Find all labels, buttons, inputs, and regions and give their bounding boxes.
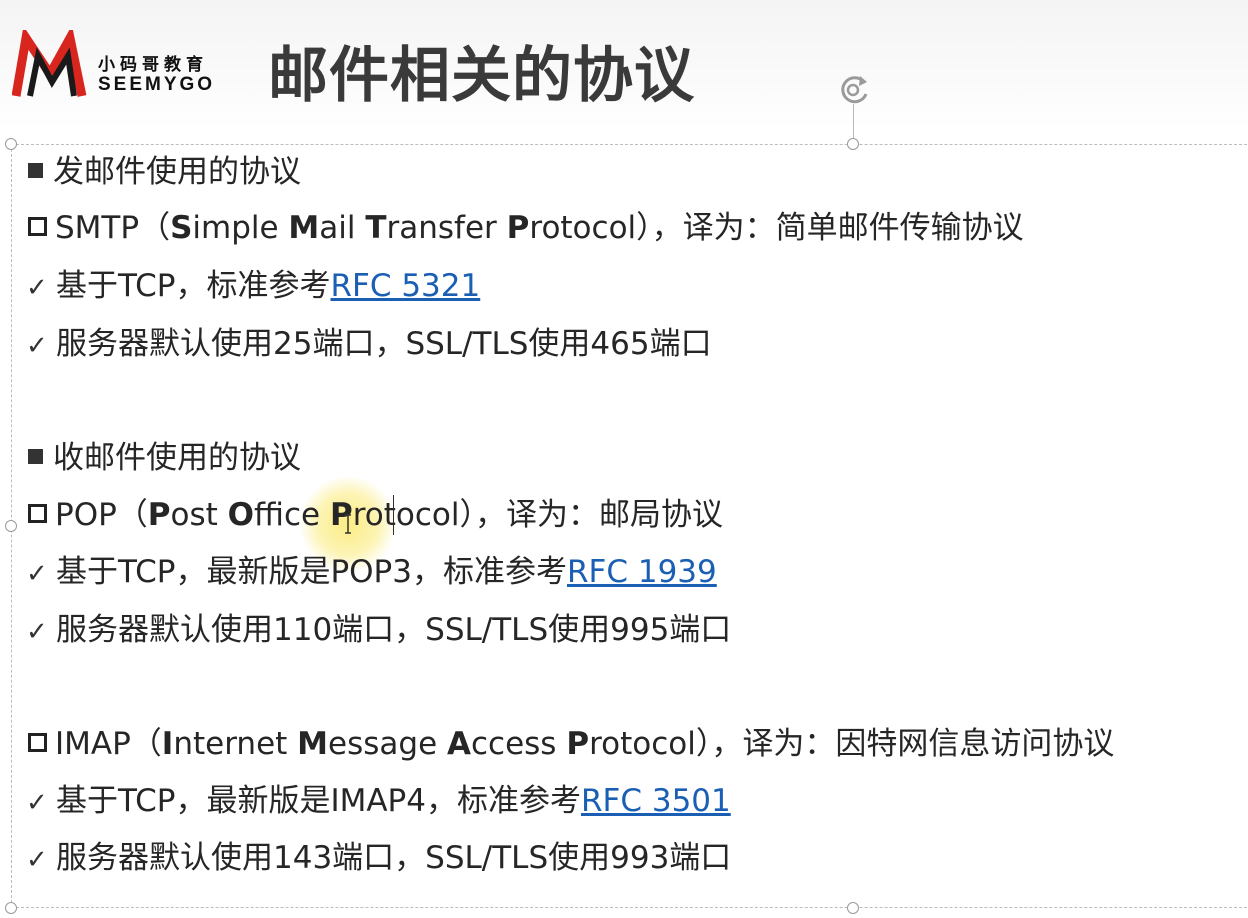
smtp-tcp-line: ✓ 基于TCP，标准参考RFC 5321 bbox=[26, 264, 480, 308]
rfc-5321-link[interactable]: RFC 5321 bbox=[330, 268, 480, 304]
pop-line: POP（Post Office Protocol），译为：邮局协议 bbox=[26, 493, 723, 537]
square-bullet-icon bbox=[28, 163, 43, 178]
imap-tcp-line: ✓ 基于TCP，最新版是IMAP4，标准参考RFC 3501 bbox=[26, 779, 731, 823]
smtp-initial: S bbox=[170, 210, 193, 246]
pop-port-line: ✓ 服务器默认使用110端口，SSL/TLS使用995端口 bbox=[26, 608, 731, 652]
resize-handle-middle-left[interactable] bbox=[5, 520, 17, 532]
imap-line: IMAP（Internet Message Access Protocol），译… bbox=[26, 722, 1114, 766]
resize-handle-bottom-left[interactable] bbox=[5, 902, 17, 914]
smtp-word: ransfer bbox=[386, 210, 507, 246]
imap-initial: P bbox=[566, 726, 590, 762]
hollow-square-bullet-icon bbox=[28, 504, 47, 523]
smtp-translation: ），译为：简单邮件传输协议 bbox=[636, 210, 1024, 246]
checkmark-icon: ✓ bbox=[26, 559, 48, 589]
smtp-word: ail bbox=[319, 210, 366, 246]
pop-port-text: 服务器默认使用110端口，SSL/TLS使用995端口 bbox=[56, 612, 732, 648]
checkmark-icon: ✓ bbox=[26, 617, 48, 647]
smtp-initial: P bbox=[506, 210, 530, 246]
smtp-name: SMTP bbox=[55, 210, 140, 246]
ibeam-cursor-icon bbox=[345, 514, 351, 534]
smtp-initial: T bbox=[365, 210, 387, 246]
pop-word: ost bbox=[170, 497, 228, 533]
page-title: 邮件相关的协议 bbox=[268, 41, 695, 111]
rotate-handle-icon[interactable] bbox=[834, 70, 874, 110]
receive-heading-text: 收邮件使用的协议 bbox=[53, 440, 301, 476]
receive-protocols-heading: 收邮件使用的协议 bbox=[26, 436, 301, 480]
send-heading-text: 发邮件使用的协议 bbox=[53, 154, 301, 190]
text-caret bbox=[393, 495, 394, 535]
square-bullet-icon bbox=[28, 449, 43, 464]
send-protocols-heading: 发邮件使用的协议 bbox=[26, 150, 301, 194]
paren-open: （ bbox=[139, 210, 171, 246]
imap-word: ccess bbox=[471, 726, 567, 762]
imap-word: nternet bbox=[173, 726, 298, 762]
hollow-square-bullet-icon bbox=[28, 733, 47, 752]
resize-handle-top-middle[interactable] bbox=[847, 138, 859, 150]
resize-handle-top-left[interactable] bbox=[5, 138, 17, 150]
hollow-square-bullet-icon bbox=[28, 217, 47, 236]
imap-initial: M bbox=[297, 726, 329, 762]
resize-handle-bottom-middle[interactable] bbox=[847, 902, 859, 914]
rfc-1939-link[interactable]: RFC 1939 bbox=[567, 554, 717, 590]
checkmark-icon: ✓ bbox=[26, 788, 48, 818]
imap-translation: ），译为：因特网信息访问协议 bbox=[695, 726, 1115, 762]
pop-initial: P bbox=[147, 497, 171, 533]
imap-word: essage bbox=[328, 726, 447, 762]
pop-tcp-text: 基于TCP，最新版是POP3，标准参考 bbox=[56, 554, 567, 590]
imap-word: rotocol bbox=[589, 726, 696, 762]
checkmark-icon: ✓ bbox=[26, 273, 48, 303]
smtp-tcp-text: 基于TCP，标准参考 bbox=[56, 268, 331, 304]
pop-tcp-line: ✓ 基于TCP，最新版是POP3，标准参考RFC 1939 bbox=[26, 550, 717, 594]
smtp-port-line: ✓ 服务器默认使用25端口，SSL/TLS使用465端口 bbox=[26, 322, 712, 366]
logo-text-cn: 小码哥教育 bbox=[98, 55, 208, 75]
imap-port-text: 服务器默认使用143端口，SSL/TLS使用993端口 bbox=[56, 840, 732, 876]
checkmark-icon: ✓ bbox=[26, 331, 48, 361]
imap-initial: I bbox=[161, 726, 174, 762]
imap-initial: A bbox=[447, 726, 471, 762]
imap-tcp-text: 基于TCP，最新版是IMAP4，标准参考 bbox=[56, 783, 581, 819]
paren-open: （ bbox=[130, 726, 162, 762]
pop-initial: O bbox=[227, 497, 255, 533]
pop-translation: ），译为：邮局协议 bbox=[459, 497, 724, 533]
imap-port-line: ✓ 服务器默认使用143端口，SSL/TLS使用993端口 bbox=[26, 836, 731, 880]
smtp-line: SMTP（Simple Mail Transfer Protocol），译为：简… bbox=[26, 206, 1024, 250]
smtp-initial: M bbox=[288, 210, 320, 246]
rfc-3501-link[interactable]: RFC 3501 bbox=[581, 783, 731, 819]
smtp-word: rotocol bbox=[529, 210, 637, 246]
smtp-word: imple bbox=[192, 210, 289, 246]
pop-word: ffice bbox=[254, 497, 330, 533]
pop-word: rotocol bbox=[352, 497, 460, 533]
rotate-connector-line bbox=[853, 104, 854, 142]
checkmark-icon: ✓ bbox=[26, 845, 48, 875]
paren-open: （ bbox=[116, 497, 148, 533]
imap-name: IMAP bbox=[55, 726, 131, 762]
logo-text-en: SEEMYGO bbox=[98, 74, 216, 95]
smtp-port-text: 服务器默认使用25端口，SSL/TLS使用465端口 bbox=[56, 326, 712, 362]
pop-name: POP bbox=[55, 497, 117, 533]
